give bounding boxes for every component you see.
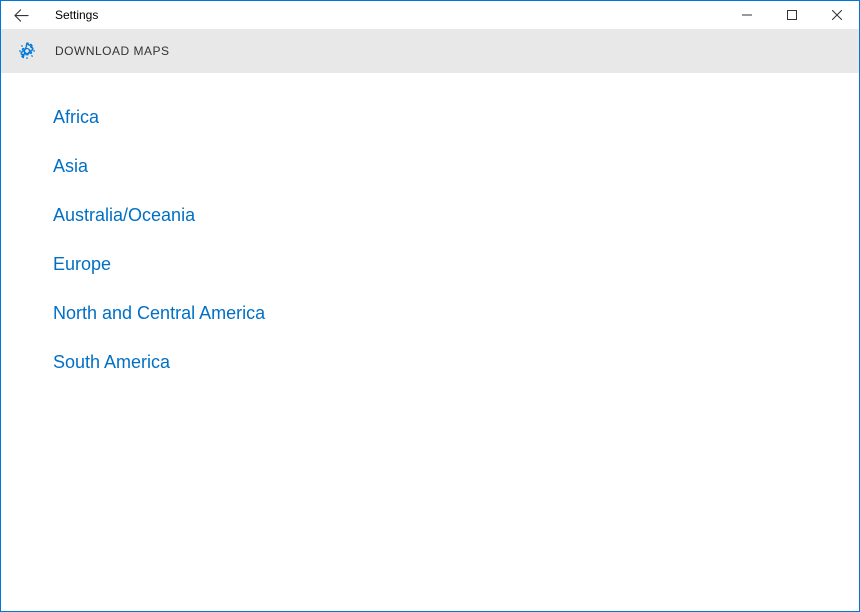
page-header: DOWNLOAD MAPS	[1, 29, 859, 73]
maximize-icon	[787, 10, 797, 20]
minimize-button[interactable]	[724, 1, 769, 29]
window-title: Settings	[41, 8, 98, 22]
gear-icon	[15, 39, 39, 63]
maximize-button[interactable]	[769, 1, 814, 29]
back-button[interactable]	[1, 1, 41, 29]
region-item-asia[interactable]: Asia	[53, 142, 859, 191]
region-item-australia-oceania[interactable]: Australia/Oceania	[53, 191, 859, 240]
minimize-icon	[742, 10, 752, 20]
region-item-south-america[interactable]: South America	[53, 338, 859, 387]
back-arrow-icon	[14, 8, 29, 23]
close-button[interactable]	[814, 1, 859, 29]
content-area: Africa Asia Australia/Oceania Europe Nor…	[1, 73, 859, 387]
window-controls	[724, 1, 859, 29]
titlebar: Settings	[1, 1, 859, 29]
region-item-europe[interactable]: Europe	[53, 240, 859, 289]
titlebar-left: Settings	[1, 1, 98, 29]
region-item-north-central-america[interactable]: North and Central America	[53, 289, 859, 338]
region-item-africa[interactable]: Africa	[53, 93, 859, 142]
page-title: DOWNLOAD MAPS	[39, 44, 170, 58]
close-icon	[832, 10, 842, 20]
